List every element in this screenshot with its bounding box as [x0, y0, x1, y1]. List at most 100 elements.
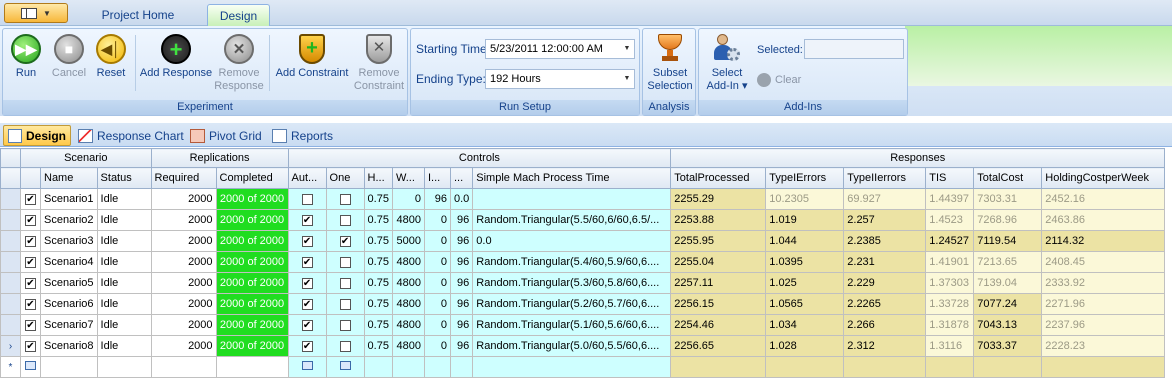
aut-checkbox[interactable]: ✔: [301, 256, 313, 268]
h-control[interactable]: 0.75: [363, 335, 393, 357]
new-row-one-checkbox[interactable]: [339, 361, 351, 370]
one-checkbox[interactable]: [339, 298, 351, 310]
column-header-name[interactable]: Name: [40, 167, 98, 189]
row-checkbox-cell[interactable]: ✔: [20, 188, 41, 210]
remove-constraint-button[interactable]: ✕ Remove Constraint: [351, 34, 407, 93]
add-constraint-button[interactable]: + Add Constraint: [273, 34, 351, 80]
one-checkbox[interactable]: ✔: [339, 235, 351, 247]
tab-response-chart[interactable]: Response Chart: [74, 125, 188, 146]
row-checkbox-cell[interactable]: ✔: [20, 335, 41, 357]
x-control[interactable]: 96: [449, 209, 474, 231]
i-control[interactable]: 0: [423, 293, 451, 315]
row-checkbox[interactable]: ✔: [25, 340, 36, 352]
aut-checkbox[interactable]: [301, 193, 313, 205]
subset-selection-button[interactable]: Subset Selection: [644, 34, 696, 93]
scenario-name[interactable]: Scenario4: [40, 251, 98, 273]
required-replications[interactable]: 2000: [150, 209, 217, 231]
w-control[interactable]: 0: [391, 188, 425, 210]
i-control[interactable]: 0: [423, 251, 451, 273]
x-control[interactable]: 96: [449, 293, 474, 315]
i-control[interactable]: 0: [423, 314, 451, 336]
row-selector[interactable]: [0, 188, 21, 210]
table-row[interactable]: ✔ Scenario4 Idle 2000 2000 of 2000 ✔ 0.75 4800 0…: [0, 251, 1166, 273]
column-header-total-cost[interactable]: TotalCost: [973, 167, 1043, 189]
required-replications[interactable]: 2000: [150, 230, 217, 252]
new-row-cell[interactable]: [215, 356, 289, 378]
row-checkbox-cell[interactable]: ✔: [20, 293, 41, 315]
w-control[interactable]: 4800: [391, 272, 425, 294]
ending-type-select[interactable]: 192 Hours ▼: [485, 69, 635, 89]
row-selector[interactable]: [0, 230, 21, 252]
process-time-control[interactable]: 0.0: [472, 230, 672, 252]
x-control[interactable]: 96: [449, 335, 474, 357]
one-control-cell[interactable]: [325, 188, 365, 210]
one-control-cell[interactable]: [325, 335, 365, 357]
column-header-w[interactable]: W...: [391, 167, 425, 189]
one-control-cell[interactable]: [325, 209, 365, 231]
table-row[interactable]: ✔ Scenario3 Idle 2000 2000 of 2000 ✔ ✔ 0.75 5000…: [0, 230, 1166, 252]
row-selector[interactable]: ›: [0, 335, 21, 357]
column-header-tis[interactable]: TIS: [925, 167, 975, 189]
x-control[interactable]: 96: [449, 230, 474, 252]
column-header-x[interactable]: ...: [449, 167, 474, 189]
new-row-marker[interactable]: *: [0, 356, 21, 378]
new-row-aut-checkbox[interactable]: [301, 361, 313, 370]
x-control[interactable]: 96: [449, 314, 474, 336]
row-selector[interactable]: [0, 272, 21, 294]
scenario-name[interactable]: Scenario3: [40, 230, 98, 252]
column-header-type2-errors[interactable]: TypeIIerrors: [843, 167, 927, 189]
process-time-control[interactable]: Random.Triangular(5.4/60,5.9/60,6....: [472, 251, 672, 273]
row-checkbox-cell[interactable]: ✔: [20, 230, 41, 252]
aut-control-cell[interactable]: ✔: [287, 230, 327, 252]
one-checkbox[interactable]: [339, 277, 351, 289]
i-control[interactable]: 0: [423, 335, 451, 357]
row-checkbox[interactable]: ✔: [25, 193, 36, 205]
column-header-h[interactable]: H...: [363, 167, 393, 189]
row-checkbox[interactable]: ✔: [25, 214, 36, 226]
aut-checkbox[interactable]: ✔: [301, 340, 313, 352]
aut-control-cell[interactable]: ✔: [287, 272, 327, 294]
one-control-cell[interactable]: [325, 314, 365, 336]
column-header-total-processed[interactable]: TotalProcessed: [670, 167, 767, 189]
w-control[interactable]: 4800: [391, 209, 425, 231]
h-control[interactable]: 0.75: [363, 230, 393, 252]
tab-pivot-grid[interactable]: Pivot Grid: [186, 125, 266, 146]
x-control[interactable]: 96: [449, 272, 474, 294]
one-checkbox[interactable]: [339, 193, 351, 205]
one-control-cell[interactable]: [325, 251, 365, 273]
scenario-name[interactable]: Scenario5: [40, 272, 98, 294]
add-response-button[interactable]: + Add Response: [139, 34, 213, 80]
new-row-cell[interactable]: [96, 356, 152, 378]
column-header-i[interactable]: I...: [423, 167, 451, 189]
new-row-aut-cell[interactable]: [287, 356, 327, 378]
new-row-checkbox[interactable]: [25, 361, 36, 370]
aut-control-cell[interactable]: ✔: [287, 293, 327, 315]
process-time-control[interactable]: Random.Triangular(5.3/60,5.8/60,6....: [472, 272, 672, 294]
w-control[interactable]: 4800: [391, 335, 425, 357]
column-header-holding-cost[interactable]: HoldingCostperWeek: [1041, 167, 1166, 189]
row-selector[interactable]: [0, 209, 21, 231]
one-checkbox[interactable]: [339, 340, 351, 352]
required-replications[interactable]: 2000: [150, 272, 217, 294]
process-time-control[interactable]: Random.Triangular(5.0/60,5.5/60,6....: [472, 335, 672, 357]
scenario-name[interactable]: Scenario6: [40, 293, 98, 315]
new-row-control-cell[interactable]: [423, 356, 451, 378]
i-control[interactable]: 96: [423, 188, 451, 210]
process-time-control[interactable]: Random.Triangular(5.5/60,6/60,6.5/...: [472, 209, 672, 231]
column-header-status[interactable]: Status: [96, 167, 152, 189]
column-header-required[interactable]: Required: [150, 167, 217, 189]
w-control[interactable]: 4800: [391, 251, 425, 273]
x-control[interactable]: 96: [449, 251, 474, 273]
table-row[interactable]: ✔ Scenario7 Idle 2000 2000 of 2000 ✔ 0.75 4800 0…: [0, 314, 1166, 336]
aut-control-cell[interactable]: ✔: [287, 335, 327, 357]
row-checkbox-cell[interactable]: ✔: [20, 209, 41, 231]
column-header-one[interactable]: One: [325, 167, 365, 189]
scenario-name[interactable]: Scenario7: [40, 314, 98, 336]
row-checkbox[interactable]: ✔: [25, 319, 36, 331]
h-control[interactable]: 0.75: [363, 314, 393, 336]
h-control[interactable]: 0.75: [363, 272, 393, 294]
aut-checkbox[interactable]: ✔: [301, 319, 313, 331]
row-checkbox-cell[interactable]: ✔: [20, 272, 41, 294]
row-selector[interactable]: [0, 293, 21, 315]
one-control-cell[interactable]: [325, 272, 365, 294]
